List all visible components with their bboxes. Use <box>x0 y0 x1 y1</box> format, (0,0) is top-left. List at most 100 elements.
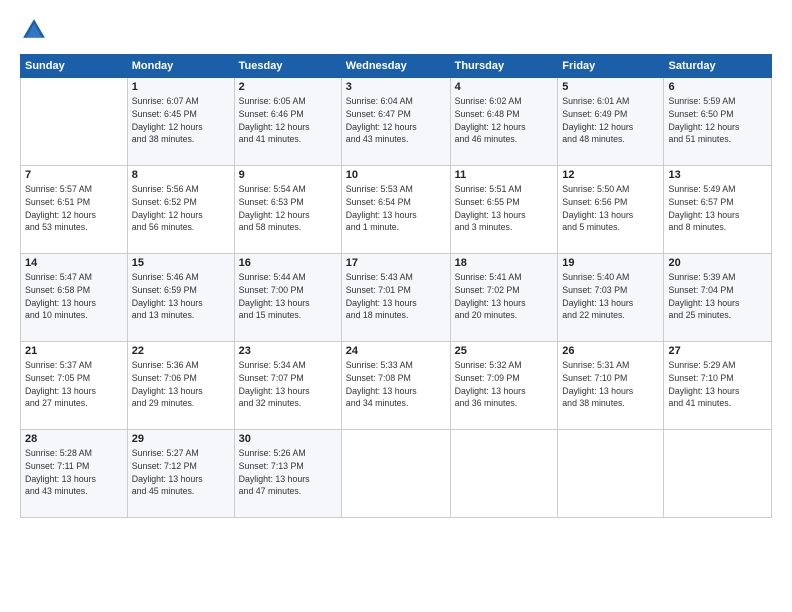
calendar-cell: 11 Sunrise: 5:51 AMSunset: 6:55 PMDayligh… <box>450 166 558 254</box>
page: SundayMondayTuesdayWednesdayThursdayFrid… <box>0 0 792 612</box>
day-detail: Sunrise: 5:53 AMSunset: 6:54 PMDaylight:… <box>346 183 446 234</box>
day-detail: Sunrise: 5:51 AMSunset: 6:55 PMDaylight:… <box>455 183 554 234</box>
calendar-cell: 14Sunrise: 5:47 AMSunset: 6:58 PMDayligh… <box>21 254 128 342</box>
day-detail: Sunrise: 5:32 AMSunset: 7:09 PMDaylight:… <box>455 359 554 410</box>
calendar-cell: 25 Sunrise: 5:32 AMSunset: 7:09 PMDayligh… <box>450 342 558 430</box>
day-number: 25 <box>455 345 554 357</box>
calendar-cell: 27Sunrise: 5:29 AMSunset: 7:10 PMDayligh… <box>664 342 772 430</box>
day-detail: Sunrise: 6:05 AMSunset: 6:46 PMDaylight:… <box>239 95 337 146</box>
calendar-cell: 22 Sunrise: 5:36 AMSunset: 7:06 PMDayligh… <box>127 342 234 430</box>
calendar-cell: 1 Sunrise: 6:07 AMSunset: 6:45 PMDaylight… <box>127 78 234 166</box>
calendar-cell: 17 Sunrise: 5:43 AMSunset: 7:01 PMDayligh… <box>341 254 450 342</box>
day-detail: Sunrise: 5:49 AMSunset: 6:57 PMDaylight:… <box>668 183 767 234</box>
day-detail: Sunrise: 5:56 AMSunset: 6:52 PMDaylight:… <box>132 183 230 234</box>
header <box>20 16 772 44</box>
calendar-cell: 21 Sunrise: 5:37 AMSunset: 7:05 PMDayligh… <box>21 342 128 430</box>
day-number: 20 <box>668 257 767 269</box>
day-detail: Sunrise: 5:26 AMSunset: 7:13 PMDaylight:… <box>239 447 337 498</box>
calendar-cell: 16 Sunrise: 5:44 AMSunset: 7:00 PMDayligh… <box>234 254 341 342</box>
calendar-cell <box>450 430 558 518</box>
calendar-weekday-tuesday: Tuesday <box>234 55 341 78</box>
calendar-cell: 23 Sunrise: 5:34 AMSunset: 7:07 PMDayligh… <box>234 342 341 430</box>
day-number: 30 <box>239 433 337 445</box>
calendar-weekday-monday: Monday <box>127 55 234 78</box>
calendar-table: SundayMondayTuesdayWednesdayThursdayFrid… <box>20 54 772 518</box>
day-number: 5 <box>562 81 659 93</box>
day-number: 10 <box>346 169 446 181</box>
day-number: 19 <box>562 257 659 269</box>
day-number: 9 <box>239 169 337 181</box>
calendar-cell: 26 Sunrise: 5:31 AMSunset: 7:10 PMDayligh… <box>558 342 664 430</box>
calendar-cell: 28Sunrise: 5:28 AMSunset: 7:11 PMDayligh… <box>21 430 128 518</box>
day-number: 21 <box>25 345 123 357</box>
day-number: 29 <box>132 433 230 445</box>
day-number: 16 <box>239 257 337 269</box>
calendar-cell: 4Sunrise: 6:02 AMSunset: 6:48 PMDaylight… <box>450 78 558 166</box>
calendar-cell: 24Sunrise: 5:33 AMSunset: 7:08 PMDayligh… <box>341 342 450 430</box>
day-detail: Sunrise: 5:46 AMSunset: 6:59 PMDaylight:… <box>132 271 230 322</box>
calendar-cell: 8 Sunrise: 5:56 AMSunset: 6:52 PMDaylight… <box>127 166 234 254</box>
day-detail: Sunrise: 5:59 AMSunset: 6:50 PMDaylight:… <box>668 95 767 146</box>
day-detail: Sunrise: 5:31 AMSunset: 7:10 PMDaylight:… <box>562 359 659 410</box>
calendar-weekday-wednesday: Wednesday <box>341 55 450 78</box>
day-number: 2 <box>239 81 337 93</box>
calendar-week-row: 7 Sunrise: 5:57 AMSunset: 6:51 PMDaylight… <box>21 166 772 254</box>
day-number: 23 <box>239 345 337 357</box>
calendar-cell: 6Sunrise: 5:59 AMSunset: 6:50 PMDaylight… <box>664 78 772 166</box>
calendar-week-row: 28Sunrise: 5:28 AMSunset: 7:11 PMDayligh… <box>21 430 772 518</box>
logo <box>20 16 52 44</box>
calendar-cell: 30 Sunrise: 5:26 AMSunset: 7:13 PMDayligh… <box>234 430 341 518</box>
calendar-week-row: 14Sunrise: 5:47 AMSunset: 6:58 PMDayligh… <box>21 254 772 342</box>
day-detail: Sunrise: 5:41 AMSunset: 7:02 PMDaylight:… <box>455 271 554 322</box>
day-detail: Sunrise: 5:27 AMSunset: 7:12 PMDaylight:… <box>132 447 230 498</box>
calendar-cell <box>558 430 664 518</box>
day-number: 11 <box>455 169 554 181</box>
calendar-cell: 13 Sunrise: 5:49 AMSunset: 6:57 PMDayligh… <box>664 166 772 254</box>
calendar-cell: 7 Sunrise: 5:57 AMSunset: 6:51 PMDaylight… <box>21 166 128 254</box>
day-detail: Sunrise: 5:57 AMSunset: 6:51 PMDaylight:… <box>25 183 123 234</box>
day-number: 24 <box>346 345 446 357</box>
calendar-weekday-thursday: Thursday <box>450 55 558 78</box>
day-detail: Sunrise: 6:07 AMSunset: 6:45 PMDaylight:… <box>132 95 230 146</box>
day-detail: Sunrise: 5:44 AMSunset: 7:00 PMDaylight:… <box>239 271 337 322</box>
day-detail: Sunrise: 6:01 AMSunset: 6:49 PMDaylight:… <box>562 95 659 146</box>
calendar-cell: 3Sunrise: 6:04 AMSunset: 6:47 PMDaylight… <box>341 78 450 166</box>
logo-icon <box>20 16 48 44</box>
day-number: 13 <box>668 169 767 181</box>
day-number: 26 <box>562 345 659 357</box>
calendar-cell: 20 Sunrise: 5:39 AMSunset: 7:04 PMDayligh… <box>664 254 772 342</box>
day-detail: Sunrise: 5:28 AMSunset: 7:11 PMDaylight:… <box>25 447 123 498</box>
calendar-week-row: 1 Sunrise: 6:07 AMSunset: 6:45 PMDaylight… <box>21 78 772 166</box>
day-number: 1 <box>132 81 230 93</box>
day-number: 15 <box>132 257 230 269</box>
calendar-cell: 29 Sunrise: 5:27 AMSunset: 7:12 PMDayligh… <box>127 430 234 518</box>
day-detail: Sunrise: 5:47 AMSunset: 6:58 PMDaylight:… <box>25 271 123 322</box>
day-number: 12 <box>562 169 659 181</box>
calendar-weekday-friday: Friday <box>558 55 664 78</box>
day-number: 18 <box>455 257 554 269</box>
day-number: 7 <box>25 169 123 181</box>
day-detail: Sunrise: 5:29 AMSunset: 7:10 PMDaylight:… <box>668 359 767 410</box>
day-number: 8 <box>132 169 230 181</box>
day-detail: Sunrise: 6:04 AMSunset: 6:47 PMDaylight:… <box>346 95 446 146</box>
day-detail: Sunrise: 5:37 AMSunset: 7:05 PMDaylight:… <box>25 359 123 410</box>
calendar-cell: 19Sunrise: 5:40 AMSunset: 7:03 PMDayligh… <box>558 254 664 342</box>
day-detail: Sunrise: 5:34 AMSunset: 7:07 PMDaylight:… <box>239 359 337 410</box>
calendar-header-row: SundayMondayTuesdayWednesdayThursdayFrid… <box>21 55 772 78</box>
calendar-cell: 15 Sunrise: 5:46 AMSunset: 6:59 PMDayligh… <box>127 254 234 342</box>
calendar-weekday-sunday: Sunday <box>21 55 128 78</box>
day-number: 17 <box>346 257 446 269</box>
day-number: 22 <box>132 345 230 357</box>
day-detail: Sunrise: 5:43 AMSunset: 7:01 PMDaylight:… <box>346 271 446 322</box>
calendar-cell: 9Sunrise: 5:54 AMSunset: 6:53 PMDaylight… <box>234 166 341 254</box>
day-detail: Sunrise: 5:39 AMSunset: 7:04 PMDaylight:… <box>668 271 767 322</box>
calendar-cell: 10 Sunrise: 5:53 AMSunset: 6:54 PMDayligh… <box>341 166 450 254</box>
calendar-week-row: 21 Sunrise: 5:37 AMSunset: 7:05 PMDayligh… <box>21 342 772 430</box>
calendar-cell: 18 Sunrise: 5:41 AMSunset: 7:02 PMDayligh… <box>450 254 558 342</box>
day-number: 4 <box>455 81 554 93</box>
calendar-cell: 5 Sunrise: 6:01 AMSunset: 6:49 PMDaylight… <box>558 78 664 166</box>
day-detail: Sunrise: 5:36 AMSunset: 7:06 PMDaylight:… <box>132 359 230 410</box>
day-detail: Sunrise: 5:50 AMSunset: 6:56 PMDaylight:… <box>562 183 659 234</box>
calendar-cell: 12 Sunrise: 5:50 AMSunset: 6:56 PMDayligh… <box>558 166 664 254</box>
calendar-cell: 2 Sunrise: 6:05 AMSunset: 6:46 PMDaylight… <box>234 78 341 166</box>
